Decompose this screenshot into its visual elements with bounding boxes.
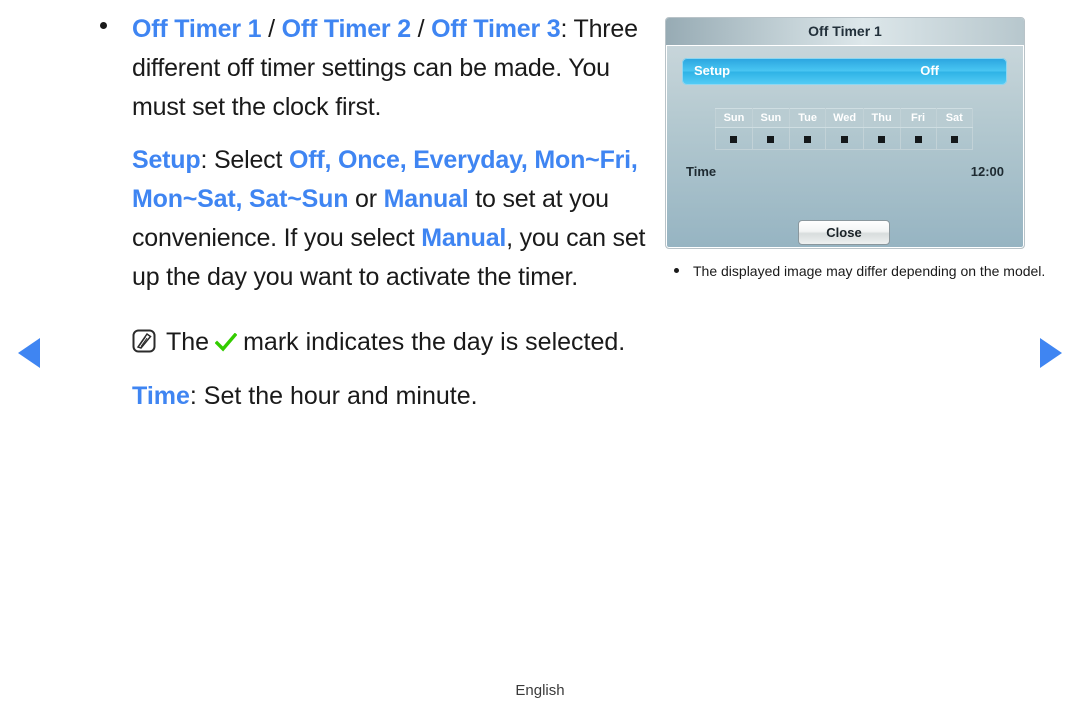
day-mark-icon — [950, 135, 958, 143]
osd-day-checkbox[interactable] — [788, 127, 827, 150]
panel-disclaimer-text: The displayed image may differ depending… — [693, 263, 1046, 279]
off-timer-bullet-block: Off Timer 1 / Off Timer 2 / Off Timer 3:… — [92, 10, 662, 297]
check-mark-note-line: The mark indicates the day is selected. — [92, 323, 662, 365]
green-check-icon — [214, 326, 238, 365]
osd-title: Off Timer 1 — [666, 18, 1024, 46]
osd-day-mark-row — [715, 127, 974, 150]
heading-separator-1: / — [261, 15, 282, 43]
heading-separator-2: / — [410, 15, 432, 43]
osd-day-checkbox[interactable] — [935, 127, 974, 150]
off-timer-2-label: Off Timer 2 — [281, 15, 412, 43]
day-mark-icon — [767, 135, 775, 143]
osd-day-checkbox[interactable] — [899, 127, 937, 150]
time-description: : Set the hour and minute. — [189, 382, 478, 410]
note-body-text: mark indicates the day is selected. — [243, 328, 626, 356]
osd-day-table: Sun Sun Tue Wed Thu Fri Sat — [715, 108, 974, 150]
setup-conjunction: or — [348, 185, 384, 213]
osd-setup-label: Setup — [694, 63, 731, 78]
off-timer-3-label: Off Timer 3 — [431, 15, 561, 43]
osd-time-row[interactable]: Time 12:00 — [686, 164, 1004, 179]
tv-osd-panel: Off Timer 1 Setup Off Sun Sun Tue Wed Th… — [665, 17, 1025, 249]
osd-day-checkbox[interactable] — [862, 127, 901, 150]
osd-day-header[interactable]: Fri — [899, 108, 937, 128]
setup-keyword: Setup — [132, 146, 201, 174]
osd-setup-value: Off — [920, 63, 939, 78]
osd-day-header-row: Sun Sun Tue Wed Thu Fri Sat — [715, 108, 974, 128]
day-mark-icon — [878, 135, 886, 143]
osd-time-label: Time — [686, 164, 717, 179]
next-page-arrow-icon[interactable] — [1040, 338, 1062, 368]
osd-day-header[interactable]: Sun — [751, 108, 790, 128]
osd-day-header[interactable]: Wed — [825, 108, 864, 128]
bullet-dot-icon — [100, 22, 107, 29]
main-content-column: Off Timer 1 / Off Timer 2 / Off Timer 3:… — [92, 10, 662, 416]
setup-description-paragraph: Setup: Select Off, Once, Everyday, Mon~F… — [132, 141, 662, 297]
off-timer-heading-paragraph: Off Timer 1 / Off Timer 2 / Off Timer 3:… — [132, 10, 662, 127]
note-prefix-text: The — [166, 328, 210, 356]
day-mark-icon — [730, 135, 738, 143]
day-mark-icon — [914, 135, 922, 143]
time-setting-line: Time: Set the hour and minute. — [92, 377, 662, 416]
bullet-dot-icon — [674, 268, 679, 273]
osd-day-checkbox[interactable] — [715, 127, 753, 150]
panel-disclaimer-note: The displayed image may differ depending… — [665, 261, 1068, 281]
note-pen-icon — [132, 326, 156, 365]
footer-language: English — [515, 682, 565, 699]
osd-setup-row[interactable]: Setup Off — [682, 58, 1007, 85]
osd-time-value: 12:00 — [970, 164, 1004, 179]
day-mark-icon — [841, 135, 849, 143]
prev-page-arrow-icon[interactable] — [18, 338, 40, 368]
osd-day-header[interactable]: Sun — [715, 108, 753, 128]
osd-day-checkbox[interactable] — [825, 127, 864, 150]
day-mark-icon — [804, 135, 812, 143]
setup-colon-text: : Select — [200, 146, 289, 174]
manual-keyword-1: Manual — [383, 185, 469, 213]
osd-day-header[interactable]: Thu — [862, 108, 901, 128]
osd-day-header[interactable]: Sat — [935, 108, 974, 128]
heading-colon: : — [560, 15, 568, 43]
time-keyword: Time — [132, 382, 190, 410]
off-timer-1-label: Off Timer 1 — [132, 15, 262, 43]
osd-close-button[interactable]: Close — [798, 220, 890, 245]
osd-day-checkbox[interactable] — [751, 127, 790, 150]
osd-day-header[interactable]: Tue — [788, 108, 827, 128]
manual-keyword-2: Manual — [421, 224, 507, 252]
